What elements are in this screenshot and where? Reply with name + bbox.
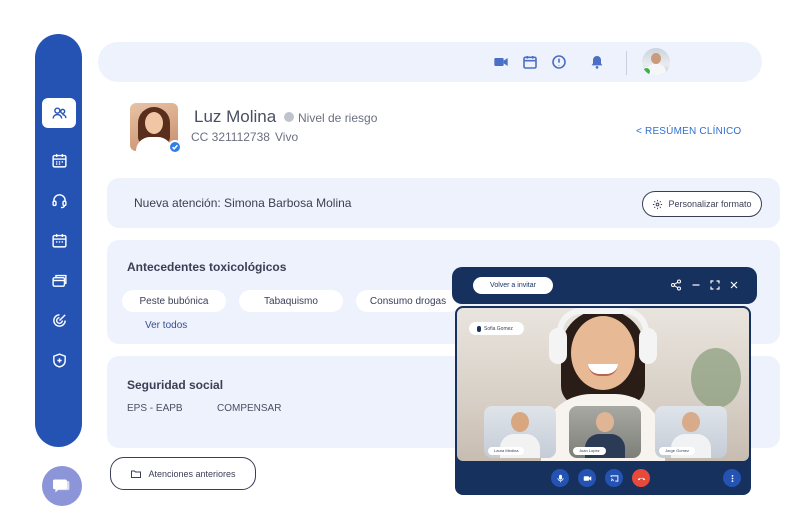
participant-thumbnail[interactable]: Juan Lopez — [569, 406, 641, 458]
screen-share-button[interactable] — [605, 469, 623, 487]
main-video-feed: Sofia Gomez Laura Medina Juan Lopez Jorg… — [457, 308, 749, 461]
chat-icon — [53, 479, 70, 493]
risk-level-label: Nivel de riesgo — [298, 111, 378, 125]
social-security-item: COMPENSAR — [217, 403, 282, 414]
sidebar-item-goals[interactable] — [42, 305, 76, 335]
verified-badge-icon — [168, 140, 182, 154]
calendar-icon — [51, 153, 67, 168]
toxicology-pill[interactable]: Tabaquismo — [239, 290, 343, 312]
clinical-summary-link[interactable]: < RESÚMEN CLÍNICO — [636, 126, 741, 137]
sidebar-item-patients[interactable] — [42, 98, 76, 128]
close-icon[interactable] — [728, 279, 740, 291]
user-avatar[interactable] — [642, 48, 670, 76]
cards-icon — [51, 274, 67, 287]
fullscreen-icon[interactable] — [709, 279, 721, 291]
social-security-title: Seguridad social — [127, 378, 224, 392]
video-icon[interactable] — [493, 54, 509, 70]
camera-button[interactable] — [578, 469, 596, 487]
alert-icon[interactable] — [551, 54, 567, 70]
top-bar — [98, 42, 762, 82]
participant-label: Juan Lopez — [573, 447, 606, 455]
video-icon — [583, 475, 591, 481]
cast-icon — [610, 474, 618, 482]
customize-format-button[interactable]: Personalizar formato — [642, 191, 762, 217]
more-options-button[interactable] — [723, 469, 741, 487]
users-icon — [51, 106, 67, 119]
customize-format-label: Personalizar formato — [668, 199, 752, 209]
participant-thumbnail[interactable]: Jorge Gomez — [655, 406, 727, 458]
mic-icon — [477, 325, 481, 332]
top-divider — [626, 51, 627, 75]
more-vertical-icon — [731, 474, 733, 482]
patient-id: CC 321112738 — [191, 130, 270, 144]
video-call-header: Volver a invitar — [452, 267, 757, 304]
sidebar-item-support[interactable] — [42, 185, 76, 215]
headset-icon — [51, 193, 67, 208]
risk-level-dot — [284, 112, 294, 122]
target-icon — [52, 313, 66, 327]
participant-thumbnail[interactable]: Laura Medina — [484, 406, 556, 458]
sidebar-item-agenda[interactable] — [42, 145, 76, 175]
participant-label: Laura Medina — [488, 447, 525, 455]
social-security-item: EPS - EAPB — [127, 403, 183, 414]
sidebar-item-security[interactable] — [42, 345, 76, 375]
phone-hangup-icon — [637, 477, 645, 480]
toxicology-title: Antecedentes toxicológicos — [127, 260, 287, 274]
mic-button[interactable] — [551, 469, 569, 487]
bell-icon[interactable] — [589, 54, 605, 70]
new-attention-title: Nueva atención: Simona Barbosa Molina — [134, 196, 352, 210]
main-participant-tag: Sofia Gomez — [469, 322, 524, 335]
toxicology-pill[interactable]: Consumo drogas — [356, 290, 460, 312]
folder-icon — [131, 470, 142, 478]
chat-button[interactable] — [42, 466, 82, 506]
shield-plus-icon — [52, 352, 66, 368]
microphone-icon — [557, 474, 563, 482]
sidebar-item-cards[interactable] — [42, 265, 76, 295]
participant-label: Jorge Gomez — [659, 447, 696, 455]
patient-name: Luz Molina — [194, 107, 277, 126]
video-call-window: Sofia Gomez Laura Medina Juan Lopez Jorg… — [455, 306, 751, 495]
calendar-icon — [51, 233, 67, 248]
reinvite-button[interactable]: Volver a invitar — [473, 277, 553, 294]
gear-icon — [653, 199, 663, 209]
sidebar — [35, 34, 82, 447]
calendar-icon[interactable] — [522, 54, 538, 70]
previous-attentions-label: Atenciones anteriores — [148, 468, 236, 479]
share-icon[interactable] — [670, 279, 682, 291]
hang-up-button[interactable] — [632, 469, 650, 487]
online-status-dot — [642, 67, 651, 76]
minimize-icon[interactable] — [690, 279, 702, 291]
previous-attentions-button[interactable]: Atenciones anteriores — [110, 457, 256, 490]
see-all-link[interactable]: Ver todos — [145, 320, 187, 331]
patient-status: Vivo — [275, 130, 299, 144]
toxicology-pill[interactable]: Peste bubónica — [122, 290, 226, 312]
sidebar-item-schedule[interactable] — [42, 225, 76, 255]
